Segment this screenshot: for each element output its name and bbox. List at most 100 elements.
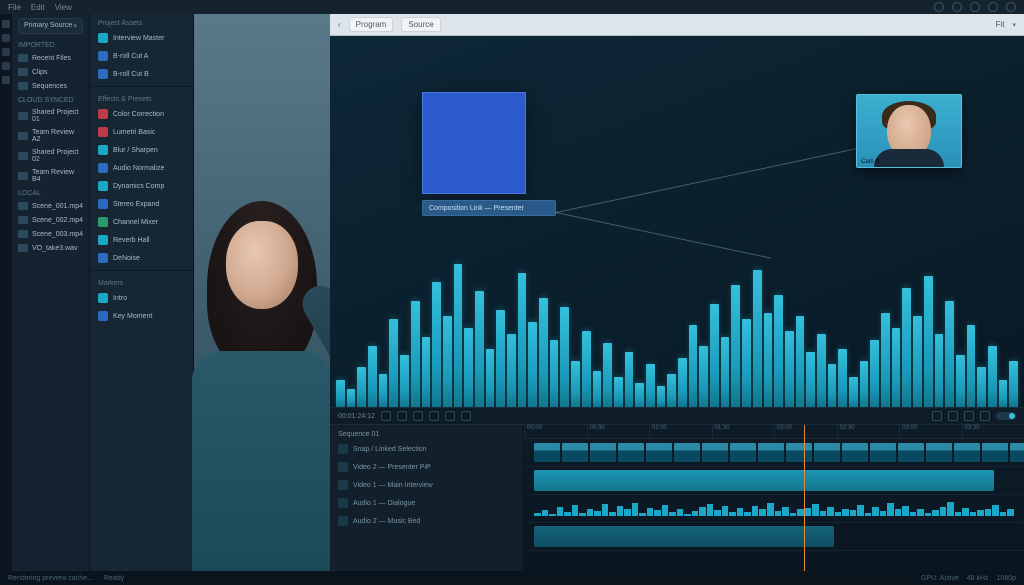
menu-file[interactable]: File: [8, 3, 21, 12]
loop-icon[interactable]: [461, 411, 471, 421]
status-gpu: GPU: Active: [921, 575, 959, 582]
asset-item[interactable]: Interview Master: [90, 29, 193, 47]
mute-icon[interactable]: [932, 411, 942, 421]
playhead[interactable]: [804, 425, 805, 571]
asset-item[interactable]: Channel Mixer: [90, 213, 193, 231]
clip-thumbnail: [758, 443, 784, 462]
waveform-bar: [849, 377, 858, 407]
back-button[interactable]: ‹: [338, 20, 341, 29]
next-frame-icon[interactable]: [429, 411, 439, 421]
sidebar-item[interactable]: Team Review B4: [12, 166, 89, 186]
source-dropdown[interactable]: Primary Source: [18, 18, 83, 34]
floating-panel[interactable]: Composition Link — Presenter: [422, 92, 542, 216]
asset-item[interactable]: B-roll Cut A: [90, 47, 193, 65]
settings-icon[interactable]: [948, 411, 958, 421]
waveform-bar: [454, 264, 463, 407]
sidebar-item[interactable]: Sequences: [12, 79, 89, 93]
tab-source[interactable]: Source: [401, 17, 440, 32]
sidebar-item[interactable]: Scene_002.mp4: [12, 213, 89, 227]
help-icon[interactable]: [970, 2, 980, 12]
zoom-select[interactable]: Fit: [996, 20, 1005, 29]
sidebar-item[interactable]: Shared Project 01: [12, 106, 89, 126]
user-icon[interactable]: [1006, 2, 1016, 12]
sidebar-item[interactable]: Scene_003.mp4: [12, 227, 89, 241]
track-row[interactable]: [524, 495, 1024, 523]
asset-item[interactable]: Stereo Expand: [90, 195, 193, 213]
audio-clip[interactable]: [534, 526, 834, 547]
crop-icon[interactable]: [980, 411, 990, 421]
wave-sample: [707, 504, 714, 516]
sidebar-item[interactable]: Clips: [12, 65, 89, 79]
item-label: Scene_002.mp4: [32, 217, 83, 224]
asset-item[interactable]: Lumetri Basic: [90, 123, 193, 141]
waveform-bar: [935, 334, 944, 407]
track-header[interactable]: Video 2 — Presenter PiP: [338, 460, 515, 474]
time-ruler[interactable]: 00:0000:3001:0001:3002:0002:3003:0003:30: [524, 425, 1024, 439]
ruler-mark: 02:30: [837, 425, 900, 438]
waveform-bar: [560, 307, 569, 407]
asset-label: Dynamics Comp: [113, 183, 164, 190]
settings-icon[interactable]: [988, 2, 998, 12]
asset-item[interactable]: Color Correction: [90, 105, 193, 123]
bell-icon[interactable]: [952, 2, 962, 12]
waveform-bar: [999, 380, 1008, 407]
track-header[interactable]: Audio 2 — Music Bed: [338, 514, 515, 528]
waveform-bar: [614, 377, 623, 407]
picture-in-picture[interactable]: Cam B: [856, 94, 962, 168]
skip-start-icon[interactable]: [381, 411, 391, 421]
sidebar-item[interactable]: Shared Project 02: [12, 146, 89, 166]
canvas-stage[interactable]: Composition Link — Presenter Cam B: [330, 36, 1024, 407]
timeline-tracks[interactable]: 00:0000:3001:0001:3002:0002:3003:0003:30: [524, 425, 1024, 571]
asset-item[interactable]: Intro: [90, 289, 193, 307]
waveform-bar: [924, 276, 933, 407]
video-clip[interactable]: [534, 443, 1024, 462]
asset-item[interactable]: Dynamics Comp: [90, 177, 193, 195]
track-header[interactable]: Video 1 — Main Interview: [338, 478, 515, 492]
cloud-icon: [18, 152, 28, 160]
waveform-bar: [828, 364, 837, 407]
sidebar-item[interactable]: Recent Files: [12, 51, 89, 65]
item-label: Scene_001.mp4: [32, 203, 83, 210]
play-icon[interactable]: [413, 411, 423, 421]
wave-sample: [737, 508, 744, 516]
track-header[interactable]: Audio 1 — Dialogue: [338, 496, 515, 510]
asset-item[interactable]: Reverb Hall: [90, 231, 193, 249]
rail-icon[interactable]: [2, 62, 10, 70]
panel-square[interactable]: [422, 92, 526, 194]
rail-icon[interactable]: [2, 48, 10, 56]
grid-icon[interactable]: [964, 411, 974, 421]
clip-icon: [18, 230, 28, 238]
bookmark-icon[interactable]: [934, 2, 944, 12]
sidebar-item[interactable]: Scene_001.mp4: [12, 199, 89, 213]
video-clip[interactable]: [534, 470, 994, 491]
panel-option[interactable]: Snap / Linked Selection: [338, 442, 515, 456]
rail-icon[interactable]: [2, 20, 10, 28]
asset-item[interactable]: Key Moment: [90, 307, 193, 325]
track-row[interactable]: [524, 439, 1024, 467]
asset-item[interactable]: Audio Normalize: [90, 159, 193, 177]
menu-edit[interactable]: Edit: [31, 3, 45, 12]
panel-footer[interactable]: Composition Link — Presenter: [422, 200, 556, 216]
track-row[interactable]: [524, 467, 1024, 495]
wave-sample: [970, 512, 977, 516]
status-center: Ready: [104, 575, 124, 582]
asset-color-icon: [98, 217, 108, 227]
asset-item[interactable]: Blur / Sharpen: [90, 141, 193, 159]
sidebar-item[interactable]: Team Review A2: [12, 126, 89, 146]
skip-end-icon[interactable]: [445, 411, 455, 421]
rail-icon[interactable]: [2, 76, 10, 84]
prev-frame-icon[interactable]: [397, 411, 407, 421]
asset-item[interactable]: B-roll Cut B: [90, 65, 193, 83]
monitor-toolbar: ‹ Program Source Fit: [330, 14, 1024, 36]
tab-program[interactable]: Program: [349, 17, 394, 32]
record-toggle[interactable]: [996, 412, 1016, 420]
waveform-bar: [785, 331, 794, 407]
asset-item[interactable]: DeNoise: [90, 249, 193, 267]
audio-clip[interactable]: [534, 501, 1014, 516]
rail-icon[interactable]: [2, 34, 10, 42]
waveform-bar: [913, 316, 922, 407]
track-row[interactable]: [524, 523, 1024, 551]
menu-view[interactable]: View: [55, 3, 72, 12]
source-monitor[interactable]: [194, 14, 330, 571]
sidebar-item[interactable]: VO_take3.wav: [12, 241, 89, 255]
